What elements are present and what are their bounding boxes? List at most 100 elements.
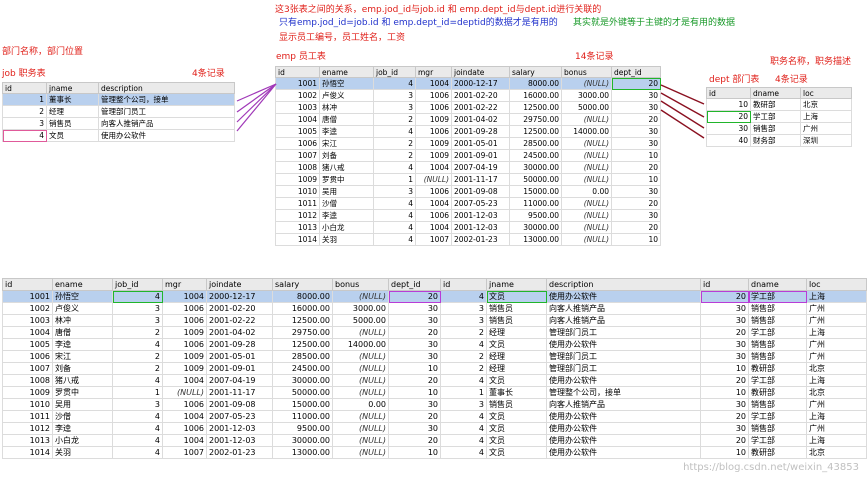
- table-cell[interactable]: 30: [388, 338, 441, 351]
- table-cell[interactable]: 2001-02-20: [206, 302, 273, 315]
- table-cell[interactable]: 销售部: [748, 338, 807, 351]
- table-cell[interactable]: 20: [700, 326, 749, 339]
- table-cell[interactable]: 上海: [806, 290, 867, 303]
- table-cell[interactable]: 关羽: [52, 446, 113, 459]
- table-cell[interactable]: 使用办公软件: [546, 434, 701, 447]
- table-cell[interactable]: 销售员: [486, 302, 547, 315]
- table-cell[interactable]: 2001-11-17: [206, 386, 273, 399]
- table-cell[interactable]: 2007-04-19: [206, 374, 273, 387]
- table-cell[interactable]: (NULL): [332, 410, 389, 423]
- table-cell[interactable]: 30: [700, 422, 749, 435]
- table-cell[interactable]: 2001-09-28: [206, 338, 273, 351]
- table-cell[interactable]: 刘备: [52, 362, 113, 375]
- table-cell[interactable]: 1014: [2, 446, 53, 459]
- table-row[interactable]: 1013 小白龙 4 1004 2001-12-03 30000.00 (NULL) 20 4 文…: [2, 434, 867, 447]
- table-cell[interactable]: 销售部: [748, 350, 807, 363]
- table-cell[interactable]: (NULL): [332, 290, 389, 303]
- column-header[interactable]: description: [546, 278, 701, 291]
- table-cell[interactable]: 12500.00: [272, 314, 333, 327]
- table-cell[interactable]: 20: [700, 410, 749, 423]
- table-cell[interactable]: 10: [700, 446, 749, 459]
- table-cell[interactable]: 11000.00: [272, 410, 333, 423]
- table-cell[interactable]: 使用办公软件: [546, 338, 701, 351]
- table-cell[interactable]: 30000.00: [272, 434, 333, 447]
- table-cell[interactable]: 30: [700, 314, 749, 327]
- table-cell[interactable]: 5000.00: [332, 314, 389, 327]
- table-cell[interactable]: 1007: [2, 362, 53, 375]
- table-cell[interactable]: 向客人推销产品: [546, 302, 701, 315]
- table-cell[interactable]: 管理部门员工: [546, 350, 701, 363]
- table-cell[interactable]: 30: [388, 302, 441, 315]
- table-cell[interactable]: 30: [700, 338, 749, 351]
- table-cell[interactable]: 4: [112, 446, 163, 459]
- table-cell[interactable]: 3: [112, 398, 163, 411]
- table-cell[interactable]: 4: [112, 374, 163, 387]
- table-cell[interactable]: 2: [112, 350, 163, 363]
- table-cell[interactable]: 李逵: [52, 338, 113, 351]
- table-cell[interactable]: 董事长: [486, 386, 547, 399]
- table-cell[interactable]: 孙悟空: [52, 290, 113, 303]
- table-cell[interactable]: 文员: [486, 434, 547, 447]
- table-cell[interactable]: 1010: [2, 398, 53, 411]
- table-cell[interactable]: 北京: [806, 362, 867, 375]
- table-cell[interactable]: 使用办公软件: [546, 446, 701, 459]
- table-cell[interactable]: 1003: [2, 314, 53, 327]
- table-cell[interactable]: 销售员: [486, 398, 547, 411]
- table-cell[interactable]: (NULL): [162, 386, 207, 399]
- table-cell[interactable]: 向客人推销产品: [546, 398, 701, 411]
- table-cell[interactable]: (NULL): [332, 326, 389, 339]
- table-cell[interactable]: 30000.00: [272, 374, 333, 387]
- table-cell[interactable]: 1002: [2, 302, 53, 315]
- table-cell[interactable]: 1004: [162, 410, 207, 423]
- table-cell[interactable]: 50000.00: [272, 386, 333, 399]
- table-cell[interactable]: 广州: [806, 302, 867, 315]
- table-cell[interactable]: 20: [388, 290, 441, 303]
- table-row[interactable]: 1014 关羽 4 1007 2002-01-23 13000.00 (NULL) 10 4 文员…: [2, 446, 867, 459]
- table-cell[interactable]: 20: [388, 374, 441, 387]
- column-header[interactable]: mgr: [162, 278, 207, 291]
- table-cell[interactable]: 使用办公软件: [546, 422, 701, 435]
- table-cell[interactable]: 4: [112, 290, 163, 303]
- table-cell[interactable]: (NULL): [332, 386, 389, 399]
- table-cell[interactable]: 北京: [806, 386, 867, 399]
- table-cell[interactable]: 文员: [486, 338, 547, 351]
- table-cell[interactable]: 文员: [486, 290, 547, 303]
- table-cell[interactable]: 3: [440, 302, 487, 315]
- table-cell[interactable]: 4: [440, 446, 487, 459]
- table-row[interactable]: 1004 唐僧 2 1009 2001-04-02 29750.00 (NULL) 20 2 经理…: [2, 326, 867, 339]
- table-cell[interactable]: 广州: [806, 314, 867, 327]
- table-cell[interactable]: 24500.00: [272, 362, 333, 375]
- column-header[interactable]: salary: [272, 278, 333, 291]
- table-cell[interactable]: 1009: [2, 386, 53, 399]
- table-cell[interactable]: 卢俊义: [52, 302, 113, 315]
- table-cell[interactable]: 4: [440, 422, 487, 435]
- table-cell[interactable]: 4: [112, 434, 163, 447]
- table-cell[interactable]: 经理: [486, 362, 547, 375]
- column-header[interactable]: id: [700, 278, 749, 291]
- table-cell[interactable]: 20: [700, 374, 749, 387]
- table-cell[interactable]: 1006: [162, 302, 207, 315]
- table-cell[interactable]: 10: [700, 362, 749, 375]
- table-cell[interactable]: 30: [700, 302, 749, 315]
- table-cell[interactable]: 4: [440, 434, 487, 447]
- table-cell[interactable]: 1007: [162, 446, 207, 459]
- table-cell[interactable]: (NULL): [332, 374, 389, 387]
- table-row[interactable]: 1002 卢俊义 3 1006 2001-02-20 16000.00 3000.00 30 3…: [2, 302, 867, 315]
- table-cell[interactable]: 4: [112, 410, 163, 423]
- table-cell[interactable]: (NULL): [332, 350, 389, 363]
- table-cell[interactable]: 2002-01-23: [206, 446, 273, 459]
- table-cell[interactable]: 宋江: [52, 350, 113, 363]
- table-cell[interactable]: (NULL): [332, 422, 389, 435]
- table-cell[interactable]: 销售部: [748, 422, 807, 435]
- table-cell[interactable]: 1: [440, 386, 487, 399]
- table-cell[interactable]: 2007-05-23: [206, 410, 273, 423]
- table-cell[interactable]: 0.00: [332, 398, 389, 411]
- table-cell[interactable]: 2001-09-01: [206, 362, 273, 375]
- table-cell[interactable]: 使用办公软件: [546, 290, 701, 303]
- table-row[interactable]: 1005 李逵 4 1006 2001-09-28 12500.00 14000.00 30 4…: [2, 338, 867, 351]
- table-cell[interactable]: 3: [440, 314, 487, 327]
- table-cell[interactable]: 10: [388, 362, 441, 375]
- table-row[interactable]: 1010 吴用 3 1006 2001-09-08 15000.00 0.00 30 3 销售员向…: [2, 398, 867, 411]
- table-cell[interactable]: 管理部门员工: [546, 362, 701, 375]
- table-row[interactable]: 1011 沙僧 4 1004 2007-05-23 11000.00 (NULL) 20 4 文员…: [2, 410, 867, 423]
